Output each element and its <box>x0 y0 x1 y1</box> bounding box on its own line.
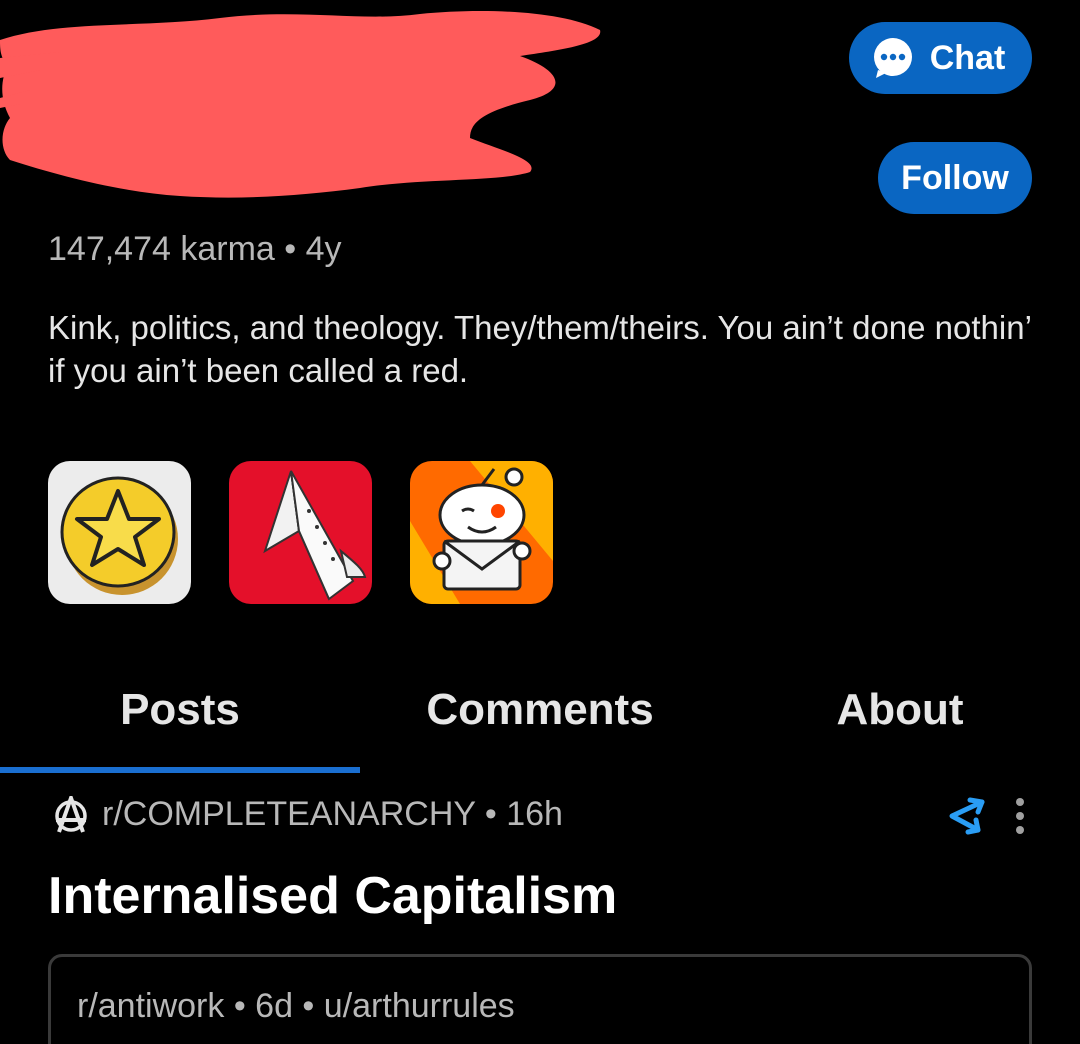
chat-button[interactable]: Chat <box>849 22 1032 94</box>
paper-plane-icon[interactable] <box>229 461 372 604</box>
trophy-case <box>48 461 553 604</box>
chat-label: Chat <box>929 38 1006 77</box>
post-subreddit-time[interactable]: r/COMPLETEANARCHY • 16h <box>102 795 563 834</box>
snoo-mail-icon[interactable] <box>410 461 553 604</box>
chat-bubble-icon <box>873 38 912 78</box>
follow-label: Follow <box>901 158 1009 197</box>
profile-karma-age: 147,474 karma • 4y <box>48 230 342 268</box>
more-options-icon[interactable] <box>1008 796 1032 836</box>
follow-button[interactable]: Follow <box>878 142 1032 214</box>
crosspost-meta: r/antiwork • 6d • u/arthurrules <box>77 987 515 1025</box>
tab-comments[interactable]: Comments <box>360 660 720 760</box>
post-title[interactable]: Internalised Capitalism <box>48 866 617 926</box>
crosspost-card[interactable]: r/antiwork • 6d • u/arthurrules <box>48 954 1032 1044</box>
post-header: r/COMPLETEANARCHY • 16h <box>52 795 563 834</box>
coin-star-icon[interactable] <box>48 461 191 604</box>
anarchy-icon <box>55 795 87 833</box>
crosspost-share-icon[interactable] <box>944 796 986 836</box>
tab-posts[interactable]: Posts <box>0 660 360 760</box>
profile-bio: Kink, politics, and theology. They/them/… <box>48 309 1031 389</box>
profile-tabs: Posts Comments About <box>0 660 1080 775</box>
tab-about[interactable]: About <box>720 660 1080 760</box>
active-tab-indicator <box>0 767 360 773</box>
redaction-scribble <box>0 11 601 198</box>
